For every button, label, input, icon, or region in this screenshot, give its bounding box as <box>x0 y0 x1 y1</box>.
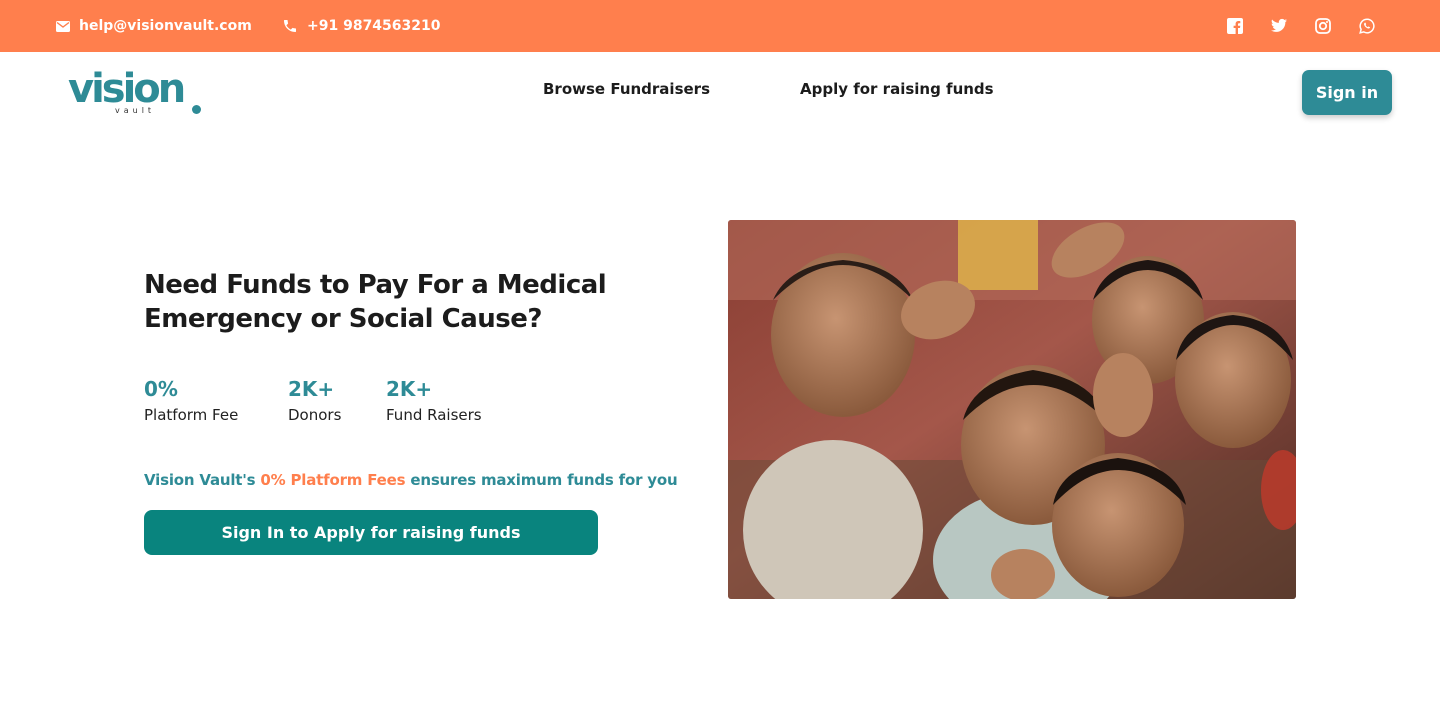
hero-title: Need Funds to Pay For a Medical Emergenc… <box>144 270 607 334</box>
stat-value: 2K+ <box>386 377 433 401</box>
top-bar: help@visionvault.com +91 9874563210 <box>0 0 1440 52</box>
stat-donors: 2K+ Donors <box>288 376 341 427</box>
main-navbar: vision vault Browse Fundraisers Apply fo… <box>0 52 1440 132</box>
contact-email[interactable]: help@visionvault.com <box>56 0 252 52</box>
tagline-suffix: ensures maximum funds for you <box>405 471 678 489</box>
facebook-icon[interactable] <box>1227 18 1243 34</box>
phone-text: +91 9874563210 <box>307 18 441 34</box>
logo-dot <box>192 105 201 114</box>
nav-apply-for-funds[interactable]: Apply for raising funds <box>800 80 994 98</box>
stat-label: Platform Fee <box>144 406 239 424</box>
stat-value: 0% <box>144 377 178 401</box>
stat-label: Donors <box>288 406 342 424</box>
email-text: help@visionvault.com <box>79 18 252 34</box>
instagram-icon[interactable] <box>1315 18 1331 34</box>
whatsapp-icon[interactable] <box>1359 18 1375 34</box>
twitter-icon[interactable] <box>1271 18 1287 34</box>
fee-tagline: Vision Vault's 0% Platform Fees ensures … <box>144 471 678 489</box>
mail-icon <box>56 20 70 32</box>
stat-platform-fee: 0% Platform Fee <box>144 376 238 427</box>
sign-in-button[interactable]: Sign in <box>1302 70 1392 115</box>
social-links <box>1227 0 1375 52</box>
stat-label: Fund Raisers <box>386 406 482 424</box>
phone-icon <box>284 20 296 32</box>
tagline-prefix: Vision Vault's <box>144 471 261 489</box>
hero-children-photo <box>728 220 1296 599</box>
nav-browse-fundraisers[interactable]: Browse Fundraisers <box>543 80 710 98</box>
logo[interactable]: vision vault <box>68 66 208 118</box>
apply-cta-button[interactable]: Sign In to Apply for raising funds <box>144 510 598 555</box>
contact-phone[interactable]: +91 9874563210 <box>282 0 441 52</box>
logo-subtitle: vault <box>115 106 156 115</box>
tagline-highlight: 0% Platform Fees <box>260 471 406 489</box>
stat-fund-raisers: 2K+ Fund Raisers <box>386 376 482 427</box>
stat-value: 2K+ <box>288 377 335 401</box>
